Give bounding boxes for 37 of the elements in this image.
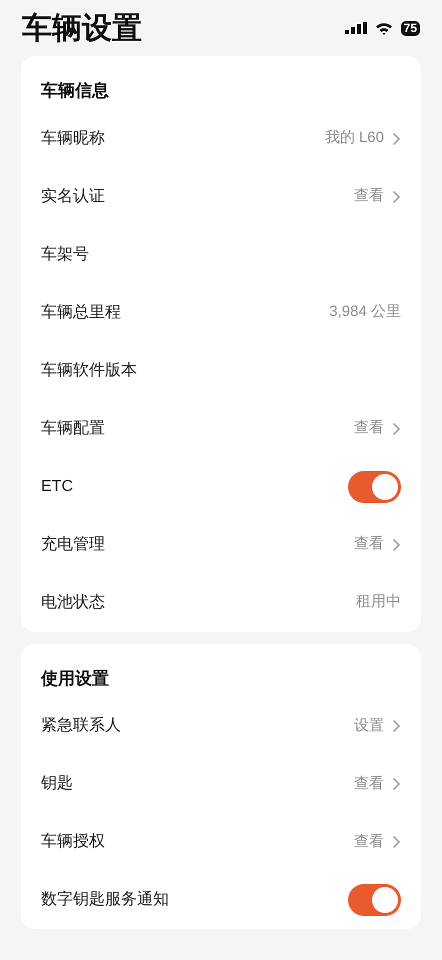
row-label: 数字钥匙服务通知 — [41, 890, 169, 910]
toggle-switch[interactable] — [348, 884, 401, 916]
row-value: 租用中 — [356, 592, 401, 612]
signal-icon — [344, 22, 367, 34]
row-value: 查看 — [354, 186, 384, 206]
row-label: 车辆配置 — [41, 418, 105, 438]
row-value: 查看 — [354, 774, 384, 794]
chevron-icon[interactable] — [392, 777, 401, 791]
row-label: 车辆昵称 — [41, 128, 105, 148]
row-label: 紧急联系人 — [41, 716, 121, 736]
battery-indicator: 75 — [400, 20, 420, 36]
row-label: 车辆软件版本 — [41, 360, 137, 380]
chevron-icon[interactable] — [392, 422, 401, 436]
row-label: 电池状态 — [41, 592, 105, 612]
chevron-icon[interactable] — [392, 719, 401, 733]
row-label: 车辆总里程 — [41, 302, 121, 322]
toggle-switch[interactable] — [348, 470, 401, 502]
chevron-icon[interactable] — [392, 538, 401, 552]
row-value: 我的 L60 — [324, 128, 384, 148]
row-value: 设置 — [354, 716, 384, 736]
row-value: 查看 — [354, 832, 384, 852]
page-title: 车辆设置 — [22, 10, 142, 46]
row-label: 实名认证 — [41, 186, 105, 206]
chevron-icon[interactable] — [392, 835, 401, 849]
chevron-icon[interactable] — [392, 132, 401, 146]
chevron-icon[interactable] — [392, 190, 401, 204]
row-label: 车架号 — [41, 244, 89, 264]
section-title: 使用设置 — [40, 668, 110, 690]
row-value: 3,984 公里 — [329, 302, 401, 322]
row-label: 充电管理 — [41, 534, 105, 554]
wifi-icon — [374, 22, 393, 34]
row-label: ETC — [41, 476, 73, 496]
row-label: 车辆授权 — [41, 832, 105, 852]
row-value: 查看 — [354, 534, 384, 554]
row-value: 查看 — [354, 418, 384, 438]
section-title: 车辆信息 — [40, 80, 110, 102]
row-label: 钥匙 — [41, 774, 73, 794]
